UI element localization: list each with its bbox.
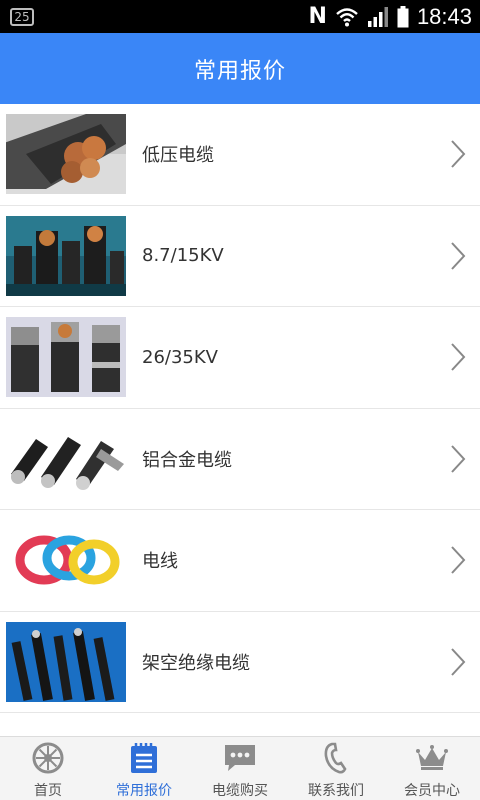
list-item-label: 26/35KV bbox=[142, 346, 218, 368]
list-item[interactable]: 铝合金电缆 bbox=[0, 409, 480, 510]
list-item-label: 架空绝缘电缆 bbox=[142, 652, 250, 674]
list-item-label: 8.7/15KV bbox=[142, 245, 224, 267]
notification-count-badge: 25 bbox=[10, 8, 34, 26]
tab-contact-us[interactable]: 联系我们 bbox=[288, 737, 384, 800]
chevron-right-icon bbox=[451, 140, 466, 168]
chevron-right-icon bbox=[451, 242, 466, 270]
list-item[interactable]: 架空绝缘电缆 bbox=[0, 612, 480, 713]
battery-icon bbox=[397, 5, 409, 27]
list-item-label: 电线 bbox=[142, 551, 178, 573]
list-item-label: 低压电缆 bbox=[142, 145, 214, 167]
tab-label: 联系我们 bbox=[308, 783, 364, 799]
product-list: 低压电缆 8.7/15KV 26/35KV 铝合金电缆 电线 架空绝缘电缆 bbox=[0, 104, 480, 736]
list-document-icon bbox=[131, 743, 157, 773]
chevron-right-icon bbox=[451, 445, 466, 473]
high-voltage-cable-photo bbox=[6, 317, 126, 398]
tab-label: 首页 bbox=[34, 783, 62, 799]
low-voltage-cable-photo bbox=[6, 114, 126, 195]
status-bar: 25 N 18:43 bbox=[0, 0, 480, 33]
crown-icon bbox=[416, 745, 448, 770]
phone-icon bbox=[324, 742, 347, 774]
cell-signal-icon bbox=[367, 6, 388, 27]
tab-cable-purchase[interactable]: 电缆购买 bbox=[192, 737, 288, 800]
overhead-insulated-cable-photo bbox=[6, 621, 126, 702]
bottom-tab-bar: 首页 常用报价 电缆购买 联系我们 会员中心 bbox=[0, 736, 480, 800]
list-item[interactable]: 8.7/15KV bbox=[0, 206, 480, 307]
clock: 18:43 bbox=[416, 3, 472, 29]
tab-quotes[interactable]: 常用报价 bbox=[96, 737, 192, 800]
aluminum-alloy-cable-photo bbox=[6, 418, 126, 499]
chat-bubble-icon bbox=[225, 745, 255, 771]
wifi-icon bbox=[336, 7, 358, 26]
page-title: 常用报价 bbox=[193, 58, 286, 84]
tab-home[interactable]: 首页 bbox=[0, 737, 96, 800]
medium-voltage-cable-photo bbox=[6, 215, 126, 296]
status-icons: N 18:43 bbox=[309, 0, 472, 33]
tab-label: 电缆购买 bbox=[212, 783, 268, 799]
electric-wire-coils-photo bbox=[6, 520, 126, 601]
tab-label: 常用报价 bbox=[116, 783, 172, 799]
list-item[interactable]: 26/35KV bbox=[0, 307, 480, 409]
app-header: 常用报价 bbox=[0, 33, 480, 104]
chevron-right-icon bbox=[451, 546, 466, 574]
chevron-right-icon bbox=[451, 343, 466, 371]
list-item[interactable]: 电线 bbox=[0, 510, 480, 612]
list-item[interactable]: 低压电缆 bbox=[0, 104, 480, 206]
tab-member-center[interactable]: 会员中心 bbox=[384, 737, 480, 800]
tab-label: 会员中心 bbox=[404, 783, 460, 799]
chevron-right-icon bbox=[451, 648, 466, 676]
list-item-label: 铝合金电缆 bbox=[142, 449, 232, 471]
network-letter: N bbox=[308, 4, 327, 29]
home-wheel-icon bbox=[32, 742, 64, 774]
